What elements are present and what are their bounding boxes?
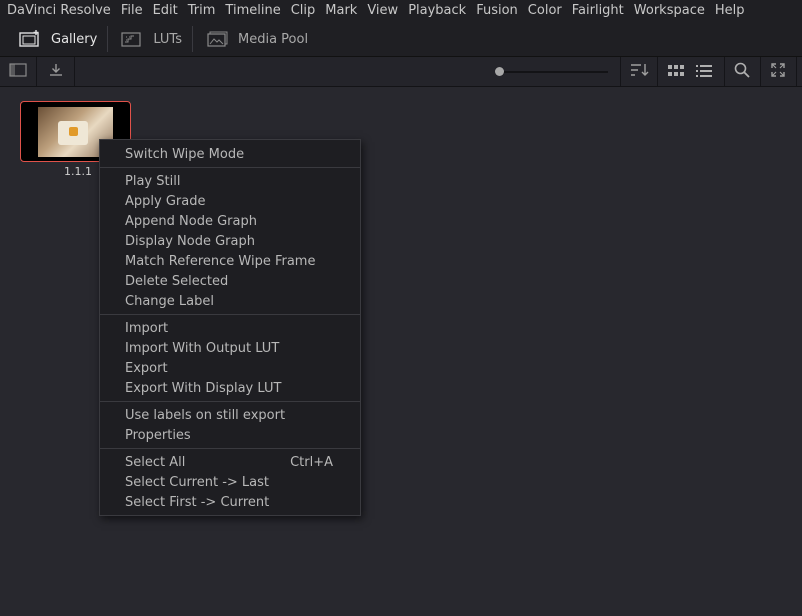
toolbar-divider bbox=[657, 57, 658, 86]
download-button[interactable] bbox=[42, 57, 70, 86]
expand-button[interactable] bbox=[764, 57, 792, 86]
menu-separator bbox=[100, 314, 360, 315]
tab-luts-label: LUTs bbox=[153, 31, 182, 47]
media-pool-icon bbox=[205, 29, 229, 49]
grid-view-icon bbox=[668, 62, 684, 81]
zoom-slider-track[interactable] bbox=[498, 71, 608, 73]
menu-item-select-all[interactable]: Select All bbox=[125, 455, 185, 471]
gallery-toolbar bbox=[0, 57, 802, 87]
toolbar-divider bbox=[760, 57, 761, 86]
menu-mark[interactable]: Mark bbox=[320, 0, 362, 22]
search-button[interactable] bbox=[728, 57, 756, 86]
menu-item-delete-selected[interactable]: Delete Selected bbox=[125, 274, 228, 290]
toolbar-divider bbox=[36, 57, 37, 86]
menu-item-export-with-display-lut[interactable]: Export With Display LUT bbox=[125, 381, 281, 397]
menu-item-use-labels-on-still-export[interactable]: Use labels on still export bbox=[125, 408, 285, 424]
toolbar-divider bbox=[724, 57, 725, 86]
menu-workspace[interactable]: Workspace bbox=[629, 0, 710, 22]
menu-item-apply-grade[interactable]: Apply Grade bbox=[125, 194, 205, 210]
menu-bar: DaVinci Resolve File Edit Trim Timeline … bbox=[0, 0, 802, 22]
menu-item-switch-wipe-mode[interactable]: Switch Wipe Mode bbox=[125, 147, 244, 163]
search-icon bbox=[734, 62, 750, 82]
menu-item-properties[interactable]: Properties bbox=[125, 428, 191, 444]
still-label: 1.1.1 bbox=[64, 165, 92, 178]
context-menu: Switch Wipe Mode Play Still Apply Grade … bbox=[99, 139, 361, 516]
download-icon bbox=[48, 62, 64, 82]
zoom-slider-handle[interactable] bbox=[495, 67, 504, 76]
tab-media-pool[interactable]: Media Pool bbox=[193, 22, 318, 56]
menu-shortcut-select-all: Ctrl+A bbox=[290, 455, 333, 470]
tab-luts[interactable]: LUTs bbox=[108, 22, 192, 56]
menu-item-import[interactable]: Import bbox=[125, 321, 168, 337]
sidebar-toggle-icon bbox=[9, 62, 27, 81]
menu-item-select-current-last[interactable]: Select Current -> Last bbox=[125, 475, 269, 491]
menu-file[interactable]: File bbox=[116, 0, 148, 22]
menu-separator bbox=[100, 448, 360, 449]
tab-media-pool-label: Media Pool bbox=[238, 31, 309, 47]
tab-gallery-label: Gallery bbox=[51, 31, 98, 47]
menu-timeline[interactable]: Timeline bbox=[220, 0, 285, 22]
sort-button[interactable] bbox=[624, 57, 654, 86]
menu-help[interactable]: Help bbox=[710, 0, 750, 22]
menu-item-export[interactable]: Export bbox=[125, 361, 168, 377]
panel-tab-bar: Gallery LUTs Media Pool bbox=[0, 22, 802, 57]
menu-color[interactable]: Color bbox=[523, 0, 567, 22]
menu-trim[interactable]: Trim bbox=[183, 0, 221, 22]
menu-item-select-first-current[interactable]: Select First -> Current bbox=[125, 495, 269, 511]
menu-view[interactable]: View bbox=[362, 0, 403, 22]
sidebar-toggle-button[interactable] bbox=[4, 57, 32, 86]
still-image-object bbox=[69, 127, 78, 136]
menu-item-change-label[interactable]: Change Label bbox=[125, 294, 214, 310]
menu-davinci-resolve[interactable]: DaVinci Resolve bbox=[0, 0, 116, 22]
list-view-button[interactable] bbox=[690, 57, 718, 86]
toolbar-divider bbox=[74, 57, 75, 86]
menu-fusion[interactable]: Fusion bbox=[471, 0, 523, 22]
menu-separator bbox=[100, 167, 360, 168]
menu-item-match-reference-wipe-frame[interactable]: Match Reference Wipe Frame bbox=[125, 254, 315, 270]
menu-playback[interactable]: Playback bbox=[403, 0, 471, 22]
list-view-icon bbox=[696, 62, 712, 81]
luts-icon bbox=[120, 29, 144, 49]
menu-fairlight[interactable]: Fairlight bbox=[567, 0, 629, 22]
expand-icon bbox=[771, 62, 785, 81]
menu-item-display-node-graph[interactable]: Display Node Graph bbox=[125, 234, 255, 250]
menu-item-play-still[interactable]: Play Still bbox=[125, 174, 180, 190]
tab-gallery[interactable]: Gallery bbox=[0, 22, 107, 56]
menu-item-import-with-output-lut[interactable]: Import With Output LUT bbox=[125, 341, 279, 357]
toolbar-divider bbox=[620, 57, 621, 86]
menu-clip[interactable]: Clip bbox=[286, 0, 321, 22]
grid-view-button[interactable] bbox=[662, 57, 690, 86]
menu-item-append-node-graph[interactable]: Append Node Graph bbox=[125, 214, 257, 230]
toolbar-divider bbox=[796, 57, 797, 86]
gallery-icon bbox=[18, 29, 42, 49]
sort-icon bbox=[629, 62, 649, 82]
menu-edit[interactable]: Edit bbox=[148, 0, 183, 22]
menu-separator bbox=[100, 401, 360, 402]
